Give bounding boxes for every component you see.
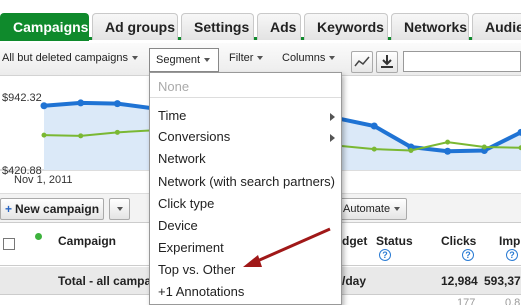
columns-label: Columns (282, 52, 326, 64)
automate-label: Automate (343, 203, 391, 215)
tab-networks[interactable]: Networks (391, 13, 469, 40)
segment-dropdown[interactable]: Segment (149, 48, 219, 72)
budget-column-header[interactable]: dget (342, 234, 367, 248)
menu-item-network-search-partners[interactable]: Network (with search partners) (158, 174, 335, 189)
data-point-0-2[interactable] (113, 100, 121, 108)
chevron-down-icon (394, 207, 401, 212)
menu-item-plus-one-annotations[interactable]: +1 Annotations (158, 284, 244, 299)
help-icon[interactable]: ? (379, 249, 391, 261)
line-chart-icon (354, 56, 370, 67)
tab-campaigns[interactable]: Campaigns (0, 13, 89, 41)
chevron-down-icon (204, 58, 211, 63)
menu-item-top-vs-other[interactable]: Top vs. Other (158, 262, 235, 277)
total-impressions: 593,37 (484, 274, 521, 288)
download-button[interactable] (376, 51, 398, 73)
chart-toggle-button[interactable] (351, 51, 373, 73)
tab-audiences[interactable]: Audien (472, 13, 521, 40)
new-campaign-label: New campaign (15, 202, 100, 216)
menu-item-click-type[interactable]: Click type (158, 196, 214, 211)
menu-divider (150, 97, 341, 98)
data-point-0-11[interactable] (444, 147, 452, 155)
chevron-down-icon (131, 56, 138, 61)
campaign-column-header[interactable]: Campaign (58, 234, 116, 248)
menu-item-conversions[interactable]: Conversions (158, 129, 230, 144)
view-filter-label: All but deleted campaigns (2, 52, 128, 64)
data-point-1-1[interactable] (78, 133, 84, 139)
data-point-1-12[interactable] (481, 144, 487, 150)
view-filter-dropdown[interactable]: All but deleted campaigns (2, 52, 138, 64)
impressions-column-header[interactable]: Imp (499, 234, 520, 248)
chevron-down-icon (116, 206, 123, 211)
chevron-right-icon (330, 134, 335, 142)
segment-label: Segment (156, 54, 201, 66)
chevron-down-icon (257, 56, 264, 61)
menu-item-experiment[interactable]: Experiment (158, 240, 224, 255)
menu-item-network[interactable]: Network (158, 151, 206, 166)
menu-item-device[interactable]: Device (158, 218, 198, 233)
chevron-right-icon (330, 113, 335, 121)
new-campaign-button[interactable]: + New campaign (0, 198, 104, 220)
menu-item-time[interactable]: Time (158, 108, 186, 123)
help-icon[interactable]: ? (506, 249, 518, 261)
total-label: Total - all campa (58, 274, 152, 288)
select-all-checkbox[interactable] (3, 238, 15, 250)
automate-dropdown[interactable]: Automate (337, 198, 407, 220)
total-budget: /day (342, 274, 367, 288)
chevron-down-icon (329, 56, 336, 61)
tab-ad-groups[interactable]: Ad groups (92, 13, 178, 40)
columns-dropdown[interactable]: Columns (282, 52, 336, 64)
data-point-1-0[interactable] (41, 132, 47, 138)
download-icon (381, 55, 393, 68)
segment-menu: None Time Conversions Network Network (w… (149, 72, 342, 305)
filter-dropdown[interactable]: Filter (229, 52, 264, 64)
tab-keywords[interactable]: Keywords (304, 13, 388, 40)
y-axis-max-label: $942.32 (2, 92, 42, 104)
tab-ads[interactable]: Ads (257, 13, 301, 40)
total-clicks: 12,984 (441, 274, 478, 288)
status-column-header[interactable]: Status (376, 234, 413, 248)
clicks-column-header[interactable]: Clicks (441, 234, 476, 248)
data-point-1-9[interactable] (371, 146, 377, 152)
data-point-1-10[interactable] (408, 148, 414, 154)
data-point-0-1[interactable] (77, 99, 85, 107)
plus-icon: + (5, 202, 13, 216)
status-dot-icon (35, 233, 42, 240)
menu-item-none: None (158, 79, 190, 94)
filter-label: Filter (229, 52, 254, 64)
data-point-1-2[interactable] (114, 129, 120, 135)
help-icon[interactable]: ? (462, 249, 474, 261)
more-actions-button[interactable] (109, 198, 130, 220)
data-point-0-9[interactable] (370, 122, 378, 130)
data-point-1-11[interactable] (445, 139, 451, 145)
tab-bar: Campaigns Ad groups Settings Ads Keyword… (0, 0, 521, 41)
x-axis-start-label: Nov 1, 2011 (14, 174, 73, 186)
row-impressions: 0.8 (505, 297, 521, 305)
row-clicks: 177 (457, 297, 476, 305)
search-input[interactable] (403, 51, 521, 72)
tab-settings[interactable]: Settings (181, 13, 254, 40)
